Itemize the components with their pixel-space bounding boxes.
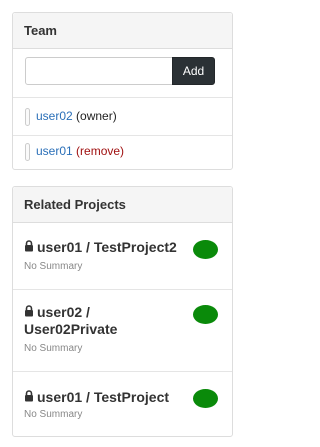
lock-icon [25,240,33,252]
related-projects-heading: Related Projects [13,187,232,223]
lock-icon [25,305,33,317]
status-indicator [193,240,218,259]
project-title-text: user01 / TestProject [37,389,170,405]
project-title-text: user01 / TestProject2 [37,239,177,255]
remove-member-link[interactable]: (remove) [76,144,124,158]
project-summary: No Summary [24,343,83,354]
project-title[interactable]: user01 / TestProject [24,389,184,406]
project-summary: No Summary [24,409,83,420]
project-title-text: User02Private [24,321,118,337]
member-indicator [25,107,30,126]
project-summary: No Summary [24,261,83,272]
status-indicator [193,305,218,324]
member-indicator [25,142,30,161]
team-panel: Team Add user02 (owner) user01 (remove) [12,12,233,170]
project-title[interactable]: user01 / TestProject2 [24,239,184,256]
member-role-label: (owner) [76,109,117,123]
team-heading: Team [13,13,232,49]
team-member-row: user01 (remove) [25,141,124,161]
add-member-input[interactable] [25,57,173,85]
lock-icon [25,390,33,402]
divider [13,97,232,98]
project-item[interactable]: user02 / User02Private No Summary [13,290,232,371]
member-name-link[interactable]: user02 [36,109,73,123]
status-indicator [193,389,218,408]
add-member-form: Add [25,57,223,85]
add-member-button[interactable]: Add [172,57,215,85]
member-name-link[interactable]: user01 [36,144,73,158]
team-member-row: user02 (owner) [25,106,117,126]
divider [13,135,232,136]
project-title-text: user02 / [37,304,90,320]
related-projects-panel: Related Projects user01 / TestProject2 N… [12,186,233,437]
project-title[interactable]: user02 / User02Private [24,304,184,338]
project-item[interactable]: user01 / TestProject No Summary [13,372,232,436]
project-item[interactable]: user01 / TestProject2 No Summary [13,223,232,289]
